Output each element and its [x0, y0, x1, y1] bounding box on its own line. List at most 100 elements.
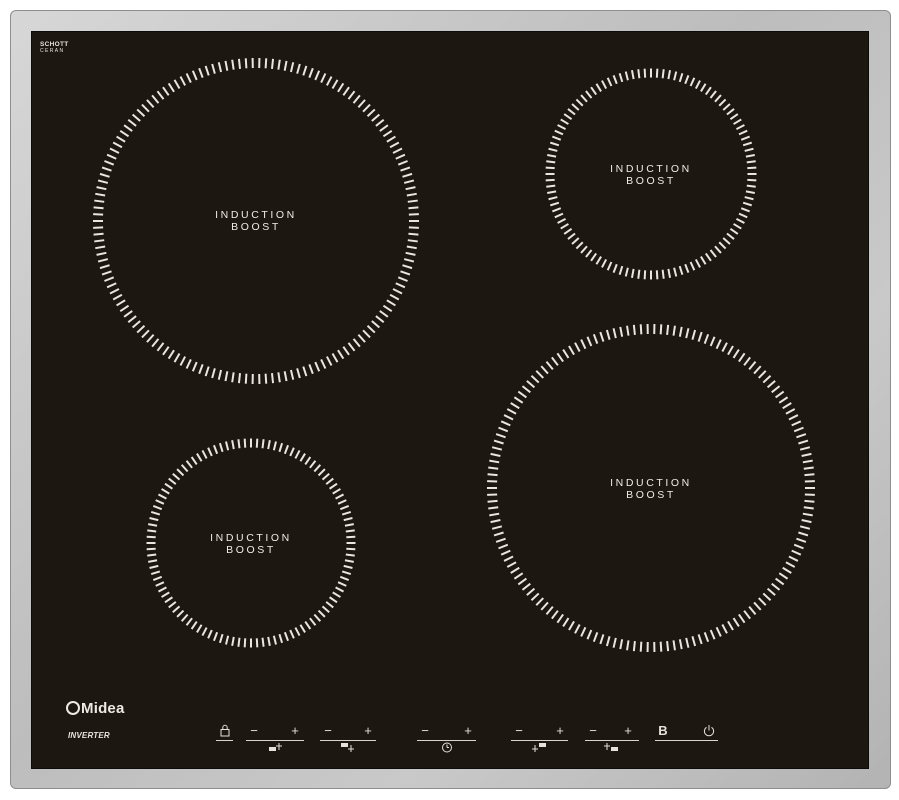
- zone2-minus-button[interactable]: −: [324, 724, 332, 737]
- zone1-plus-button[interactable]: +: [291, 724, 299, 737]
- zone-ring-tick: [700, 256, 707, 265]
- zone-ring-tick: [149, 564, 159, 569]
- zone-ring-tick: [487, 499, 498, 503]
- zone-ring-tick: [513, 572, 524, 580]
- zone-ring-tick: [346, 535, 356, 539]
- zone-ring-tick: [556, 613, 564, 624]
- zone3-minus-button[interactable]: −: [515, 724, 523, 737]
- lock-icon[interactable]: [219, 724, 231, 737]
- zone-ring-tick: [618, 265, 624, 276]
- zone-ring-tick: [526, 380, 536, 389]
- boost-button[interactable]: B: [658, 724, 667, 737]
- zone-ring-tick: [488, 506, 499, 510]
- zone-ring-tick: [540, 601, 549, 611]
- zone-ring-tick: [375, 315, 385, 324]
- zone-ring-tick: [302, 65, 308, 76]
- zone-ring-tick: [575, 98, 584, 107]
- boost-power-underline: [655, 740, 718, 741]
- zone1-minus-button[interactable]: −: [250, 724, 258, 737]
- zone-ring-tick: [549, 201, 560, 207]
- zone-ring-tick: [272, 635, 277, 645]
- zone-ring-tick: [405, 251, 416, 256]
- zone-ring-tick: [261, 637, 265, 647]
- zone-ring-tick: [500, 549, 511, 556]
- zone-ring-tick: [691, 329, 697, 340]
- zone-ring-tick: [389, 141, 400, 149]
- zone-rear-left-icon: [341, 743, 354, 752]
- zone4-plus-button[interactable]: +: [624, 724, 632, 737]
- zone4-minus-button[interactable]: −: [589, 724, 597, 737]
- zone-ring-tick: [793, 543, 804, 550]
- zone2-plus-button[interactable]: +: [364, 724, 372, 737]
- zone-ring-tick: [191, 70, 198, 81]
- zone-ring-tick: [721, 624, 728, 634]
- zone-ring-tick: [112, 141, 123, 149]
- zone-ring-tick: [709, 90, 717, 99]
- zone-ring-tick: [778, 396, 789, 404]
- zone-ring-tick: [727, 620, 734, 631]
- zone-ring-tick: [304, 621, 312, 630]
- zone-ring-tick: [545, 606, 554, 615]
- zone-ring-tick: [185, 617, 193, 626]
- zone-ring-tick: [255, 438, 259, 448]
- zone-ring-tick: [321, 605, 330, 614]
- zone-ring-tick: [168, 601, 177, 609]
- zone-ring-tick: [510, 566, 520, 574]
- zone-ring-tick: [155, 499, 165, 505]
- zone-ring-tick: [270, 58, 275, 69]
- zone-ring-tick: [510, 402, 520, 410]
- zone-ring-tick: [526, 587, 536, 596]
- zone-ring-tick: [744, 196, 754, 201]
- zone-ring-tick: [796, 537, 807, 543]
- zone-ring-tick: [685, 328, 690, 339]
- zone-ring-tick: [231, 59, 235, 70]
- zone-ring-tick: [796, 433, 807, 439]
- zone-ring-tick: [151, 94, 160, 104]
- zone-ring-tick: [567, 108, 576, 116]
- zone-ring-tick: [612, 328, 617, 339]
- zone3-plus-button[interactable]: +: [556, 724, 564, 737]
- zone-ring-tick: [119, 304, 130, 313]
- zone-ring-tick: [488, 466, 499, 470]
- zone-ring-tick: [325, 601, 334, 609]
- zone2-slider-line: [320, 740, 376, 741]
- zone-ring-tick: [697, 634, 703, 645]
- zone-ring-tick: [176, 468, 185, 477]
- zone-ring-tick: [714, 94, 722, 103]
- zone-ring-tick: [150, 570, 161, 576]
- zone-ring-tick: [592, 631, 599, 643]
- zone-ring-tick: [521, 385, 531, 394]
- zone-ring-tick: [343, 564, 353, 569]
- zone-ring-tick: [99, 172, 110, 178]
- zone-ring-tick: [244, 373, 248, 384]
- zone-ring-tick: [673, 71, 678, 81]
- zone1-slider-line: [246, 740, 304, 741]
- zone-ring-tick: [309, 617, 317, 626]
- zone-ring-tick: [344, 523, 354, 527]
- zone-ring-tick: [299, 624, 306, 633]
- zone-ring-tick: [156, 342, 165, 352]
- zone-ring-tick: [407, 239, 418, 243]
- zone-ring-tick: [147, 553, 157, 557]
- zone-ring-tick: [278, 633, 284, 644]
- zone-ring-tick: [771, 385, 781, 394]
- zone-ring-tick: [332, 591, 341, 598]
- zone-ring-tick: [97, 179, 109, 184]
- zone-ring-tick: [530, 375, 540, 384]
- zone-ring-tick: [661, 69, 665, 79]
- timer-plus-button[interactable]: +: [464, 724, 472, 737]
- zone-ring-tick: [294, 627, 301, 636]
- zone-ring-tick: [375, 118, 385, 127]
- zone-ring-tick: [162, 86, 170, 96]
- zone-ring-tick: [758, 597, 767, 606]
- zone-ring-tick: [632, 324, 636, 335]
- timer-minus-button[interactable]: −: [421, 724, 429, 737]
- power-icon[interactable]: [703, 724, 716, 737]
- zone-ring-tick: [666, 641, 670, 652]
- zone-ring-tick: [547, 153, 557, 158]
- zone-ring-tick: [626, 640, 630, 651]
- zone-ring-tick: [347, 90, 356, 100]
- zone-ring-tick: [585, 249, 593, 258]
- zone-ring-tick: [207, 629, 213, 639]
- zone-ring-tick: [231, 372, 235, 383]
